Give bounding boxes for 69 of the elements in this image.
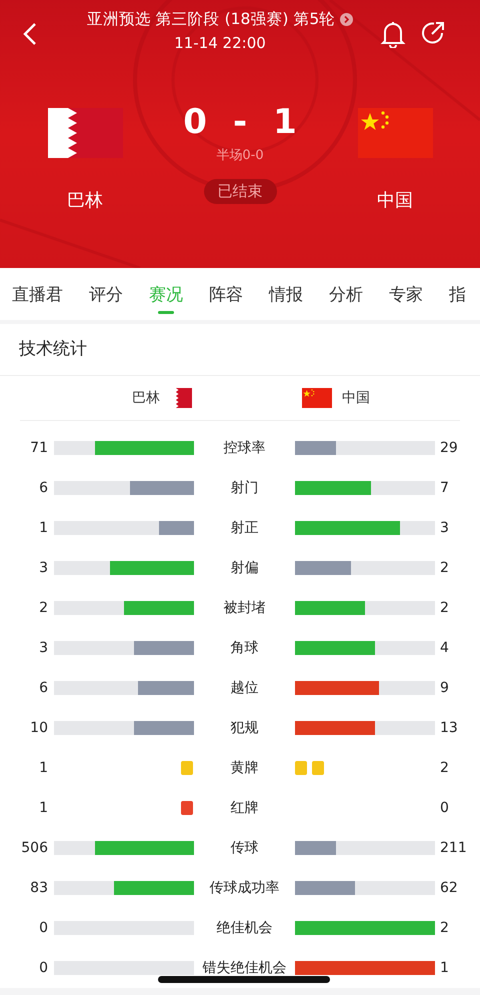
stat-label: 绝佳机会 — [216, 919, 274, 937]
stat-value: 3 — [38, 640, 49, 656]
stat-label: 角球 — [230, 639, 260, 657]
stat-value: 83 — [29, 880, 49, 896]
stat-label: 传球成功率 — [208, 879, 280, 897]
bell-icon[interactable] — [380, 20, 406, 48]
flag-icon — [48, 108, 122, 158]
stat-value: 2 — [439, 560, 450, 576]
tab[interactable]: 指 — [449, 268, 466, 320]
stat-label: 黄牌 — [230, 759, 260, 777]
share-icon[interactable] — [420, 20, 446, 46]
stat-value: 211 — [439, 840, 468, 856]
team-name: 巴林 — [67, 189, 103, 212]
stat-value: 10 — [29, 720, 49, 736]
stat-value: 62 — [439, 880, 459, 896]
stat-value: 29 — [439, 440, 459, 456]
stat-value: 6 — [38, 480, 49, 496]
stat-value: 2 — [439, 760, 450, 776]
stat-value: 9 — [439, 680, 450, 696]
score: 0 — [183, 101, 207, 144]
tab[interactable]: 评分 — [89, 268, 123, 320]
flag-icon — [302, 388, 332, 408]
stat-value: 13 — [439, 720, 459, 736]
score-separator: - — [232, 101, 248, 144]
stat-value: 2 — [38, 600, 49, 616]
score: 1 — [273, 101, 297, 144]
half-time-score: 半场0-0 — [216, 147, 264, 164]
stat-value: 6 — [38, 680, 49, 696]
flag-icon — [170, 388, 192, 408]
stat-label: 控球率 — [222, 439, 266, 457]
tab[interactable]: 专家 — [389, 268, 423, 320]
stat-label: 射门 — [230, 479, 260, 497]
stat-label: 传球 — [230, 839, 260, 857]
team-name: 巴林 — [132, 389, 160, 407]
flag-icon — [358, 108, 432, 158]
stat-label: 射偏 — [230, 559, 260, 577]
match-title: 亚洲预选 第三阶段 (18强赛) 第5轮 — [86, 9, 336, 30]
team-name: 中国 — [377, 189, 413, 212]
stat-value: 2 — [439, 600, 450, 616]
tab[interactable]: 分析 — [329, 268, 363, 320]
stat-value: 7 — [439, 480, 450, 496]
match-time: 11-14 22:00 — [174, 34, 266, 52]
stat-value: 506 — [20, 840, 49, 856]
team-name: 中国 — [342, 389, 370, 407]
stat-label: 错失绝佳机会 — [202, 959, 288, 977]
stat-label: 被封堵 — [222, 599, 266, 617]
tab[interactable]: 阵容 — [209, 268, 243, 320]
stat-value: 0 — [38, 920, 49, 936]
section-title: 技术统计 — [0, 324, 480, 376]
stat-value: 1 — [439, 960, 450, 976]
stat-value: 0 — [38, 960, 49, 976]
stat-label: 犯规 — [230, 719, 260, 737]
stat-value: 3 — [38, 560, 49, 576]
stat-value: 71 — [29, 440, 49, 456]
chevron-circle-icon[interactable] — [340, 13, 354, 26]
stat-label: 越位 — [230, 679, 260, 697]
stat-value: 2 — [439, 920, 450, 936]
stat-value: 3 — [439, 520, 450, 536]
tab[interactable]: 直播君 — [12, 268, 63, 320]
tab[interactable]: 情报 — [269, 268, 303, 320]
stat-value: 1 — [38, 520, 49, 536]
stat-label: 红牌 — [230, 799, 260, 817]
stat-label: 射正 — [230, 519, 260, 537]
stat-value: 4 — [439, 640, 450, 656]
back-icon[interactable] — [23, 22, 37, 46]
stat-value: 1 — [38, 800, 49, 816]
stat-value: 1 — [38, 760, 49, 776]
status-badge: 已结束 — [204, 179, 276, 204]
stat-value: 0 — [439, 800, 450, 816]
